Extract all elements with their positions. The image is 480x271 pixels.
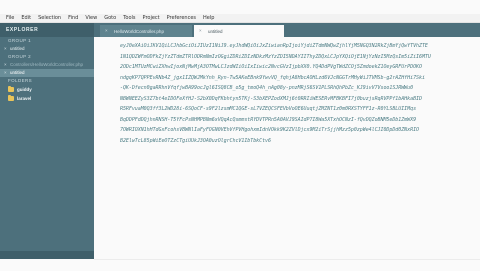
code-line: eyJ0eXAiOiJKV1QiLCJhbGciOiJIUzI1NiJ9.eyJ… bbox=[120, 43, 428, 49]
code-line: 2ODc1MTUzMCwiZXhwIjoxNjMwMjA3OTMwLCJzdWI… bbox=[120, 64, 422, 70]
code-area[interactable]: eyJ0eXAiOiJKV1QiLCJhbGciOiJIUzI1NiJ9.eyJ… bbox=[120, 41, 472, 146]
tab-label: HelloWorldController.php bbox=[114, 28, 164, 34]
menu-bar: File Edit Selection Find View Goto Tools… bbox=[0, 14, 480, 23]
app-window: File Edit Selection Find View Goto Tools… bbox=[0, 0, 480, 271]
file-label: Controllers/HelloWorldController.php bbox=[10, 62, 83, 67]
tab-controller[interactable]: × HelloWorldController.php bbox=[100, 25, 192, 37]
menu-find[interactable]: Find bbox=[68, 14, 78, 23]
close-icon[interactable]: × bbox=[199, 28, 202, 33]
group2-label: GROUP 2 bbox=[8, 54, 31, 59]
sidebar: EXPLORER GROUP 1 × untitled GROUP 2 × Co… bbox=[0, 23, 94, 259]
folder-label: guiddy bbox=[17, 87, 32, 92]
group1-label: GROUP 1 bbox=[8, 38, 31, 43]
code-line: R5RFvuaM0Q3ff3L2WD28i-6SQoCF-s9F2lzsmMC1… bbox=[120, 106, 417, 112]
tab-untitled[interactable]: × untitled bbox=[194, 25, 284, 37]
code-line: NBWNEEZyS3Z7bt4eIDOFeXfHJ-S2bX0DqFKbhtyn… bbox=[120, 95, 422, 102]
code-line: 1N1QDZWFmODFkZjYzZTdmZTRlODRmNmIzOGgiZDR… bbox=[120, 53, 431, 60]
sidebar-folder-guiddy[interactable]: guiddy bbox=[0, 85, 94, 94]
sidebar-footer bbox=[0, 251, 94, 259]
menu-goto[interactable]: Goto bbox=[104, 14, 116, 23]
editor-pane[interactable]: eyJ0eXAiOiJKV1QiLCJhbGciOiJIUzI1NiJ9.eyJ… bbox=[94, 37, 480, 259]
menu-help[interactable]: Help bbox=[203, 14, 214, 23]
tab-label: untitled bbox=[208, 28, 223, 34]
menu-file[interactable]: File bbox=[6, 14, 14, 23]
menu-view[interactable]: View bbox=[85, 14, 97, 23]
code-line: B2ElwTcL85pWiEeOTZzCTgiUUkJ3OA0uzOlgrChc… bbox=[120, 137, 271, 144]
menu-preferences[interactable]: Preferences bbox=[167, 14, 196, 23]
sidebar-title: EXPLORER bbox=[0, 23, 94, 37]
file-label: untitled bbox=[10, 70, 25, 75]
code-line: -QK-Dfecn0gaRRhnVfqfjwBA99ocJgl6ISQ8CB_o… bbox=[120, 85, 414, 91]
menu-edit[interactable]: Edit bbox=[21, 14, 31, 23]
code-line: 7OWRIOXN1hHTdGxFcohsVBWNlIaFyFOGN0VEhVfP… bbox=[120, 127, 419, 133]
close-icon[interactable]: × bbox=[4, 61, 7, 69]
tab-bar: × HelloWorldController.php × untitled bbox=[94, 23, 480, 37]
menu-project[interactable]: Project bbox=[143, 14, 160, 23]
folder-icon bbox=[8, 95, 14, 101]
file-label: untitled bbox=[10, 46, 25, 51]
sidebar-folder-laravel[interactable]: laravel bbox=[0, 94, 94, 103]
sidebar-file-controller[interactable]: × Controllers/HelloWorldController.php bbox=[0, 61, 94, 69]
code-line: BqDDPFdDQjhnRNSH-T5YFcPsNHMPBNm6xVQqAcQs… bbox=[120, 116, 417, 123]
folders-label: FOLDERS bbox=[8, 78, 33, 83]
close-icon[interactable]: × bbox=[105, 28, 108, 33]
code-line: ndgqKP7QPPEvRNb4Z_jgx1IZQWJMkYnh_Ryn-Tw5… bbox=[120, 74, 425, 81]
status-bar bbox=[94, 259, 480, 271]
menu-selection[interactable]: Selection bbox=[38, 14, 61, 23]
close-icon[interactable]: × bbox=[4, 69, 7, 77]
sidebar-file-untitled-group2[interactable]: × untitled bbox=[0, 69, 94, 77]
sidebar-file-untitled-group1[interactable]: × untitled bbox=[0, 45, 94, 53]
close-icon[interactable]: × bbox=[4, 45, 7, 53]
folder-label: laravel bbox=[17, 96, 32, 101]
menu-tools[interactable]: Tools bbox=[123, 14, 135, 23]
folder-icon bbox=[8, 86, 14, 92]
